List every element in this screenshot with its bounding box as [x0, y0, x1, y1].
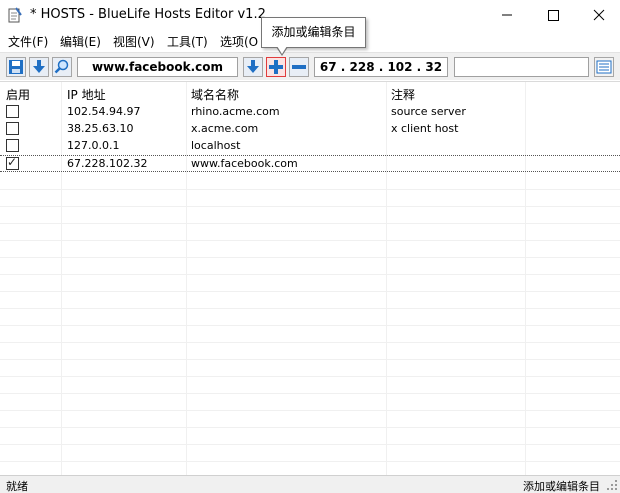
view-toggle-button[interactable] [594, 57, 614, 77]
column-header-ip[interactable]: IP 地址 [67, 86, 106, 103]
ip-cell: 102.54.94.97 [67, 105, 141, 118]
add-icon [269, 60, 283, 74]
row-gridline [0, 427, 620, 428]
table-row[interactable]: 38.25.63.10 x.acme.com x client host [0, 121, 620, 138]
resize-grip-icon[interactable] [606, 479, 618, 491]
row-gridline [0, 223, 620, 224]
row-gridline [0, 240, 620, 241]
ip-cell: 67.228.102.32 [67, 157, 148, 170]
ip-cell: 127.0.0.1 [67, 139, 120, 152]
status-hint: 添加或编辑条目 [523, 480, 600, 493]
window-title: * HOSTS - BlueLife Hosts Editor v1.2 [30, 7, 266, 22]
toolbar: www.facebook.com 67 . 228 . 102 . 32 [0, 52, 620, 80]
row-gridline [0, 257, 620, 258]
domain-cell: x.acme.com [191, 122, 259, 135]
status-bar: 就绪 添加或编辑条目 [0, 475, 620, 493]
row-gridline [0, 342, 620, 343]
menu-file[interactable]: 文件(F) [8, 33, 48, 50]
menu-options[interactable]: 选项(O [220, 33, 258, 50]
download-button[interactable] [29, 57, 49, 77]
row-gridline [0, 376, 620, 377]
enable-checkbox[interactable] [6, 155, 19, 170]
remove-icon [292, 65, 306, 69]
row-gridline [0, 189, 620, 190]
row-gridline [0, 274, 620, 275]
table-row-selected[interactable]: 67.228.102.32 www.facebook.com [0, 155, 620, 172]
arrow-down-icon [247, 60, 259, 73]
column-header-enabled[interactable]: 启用 [6, 86, 30, 103]
comment-cell: x client host [391, 122, 459, 135]
ip-cell: 38.25.63.10 [67, 122, 134, 135]
tooltip: 添加或编辑条目 [261, 17, 366, 48]
close-button[interactable] [576, 0, 620, 30]
enable-checkbox[interactable] [6, 122, 19, 135]
menu-edit[interactable]: 编辑(E) [60, 33, 101, 50]
hosts-list[interactable]: 启用 IP 地址 域名名称 注释 102.54.94.97 rhino.acme… [0, 81, 620, 476]
move-down-button[interactable] [243, 57, 263, 77]
ip-address-field[interactable]: 67 . 228 . 102 . 32 [314, 57, 448, 77]
comment-field[interactable] [454, 57, 589, 77]
comment-cell: source server [391, 105, 466, 118]
save-icon [9, 60, 23, 74]
menu-tools[interactable]: 工具(T) [167, 33, 208, 50]
remove-entry-button[interactable] [289, 57, 309, 77]
row-gridline [0, 291, 620, 292]
row-gridline [0, 206, 620, 207]
domain-cell: rhino.acme.com [191, 105, 280, 118]
row-gridline [0, 461, 620, 462]
table-row[interactable]: 127.0.0.1 localhost [0, 138, 620, 155]
row-gridline [0, 325, 620, 326]
row-gridline [0, 444, 620, 445]
search-icon [54, 59, 69, 74]
table-row[interactable]: 102.54.94.97 rhino.acme.com source serve… [0, 104, 620, 121]
notepad-icon [8, 7, 22, 23]
tooltip-tail-inner [277, 46, 287, 54]
enable-checkbox[interactable] [6, 105, 19, 118]
menu-view[interactable]: 视图(V) [113, 33, 155, 50]
row-gridline [0, 393, 620, 394]
enable-checkbox[interactable] [6, 139, 19, 152]
search-button[interactable] [52, 57, 72, 77]
domain-cell: www.facebook.com [191, 157, 298, 170]
column-header-domain[interactable]: 域名名称 [191, 86, 239, 103]
column-header-comment[interactable]: 注释 [391, 86, 415, 103]
row-gridline [0, 308, 620, 309]
row-gridline [0, 410, 620, 411]
minimize-icon [502, 14, 512, 16]
minimize-button[interactable] [484, 0, 530, 30]
domain-field[interactable]: www.facebook.com [77, 57, 238, 77]
save-button[interactable] [6, 57, 26, 77]
download-icon [33, 60, 45, 73]
close-icon [593, 9, 605, 21]
list-view-icon [596, 60, 612, 74]
row-gridline [0, 359, 620, 360]
domain-cell: localhost [191, 139, 241, 152]
maximize-button[interactable] [530, 0, 576, 30]
maximize-icon [548, 10, 559, 21]
status-text: 就绪 [6, 480, 28, 493]
add-entry-button[interactable] [266, 57, 286, 77]
